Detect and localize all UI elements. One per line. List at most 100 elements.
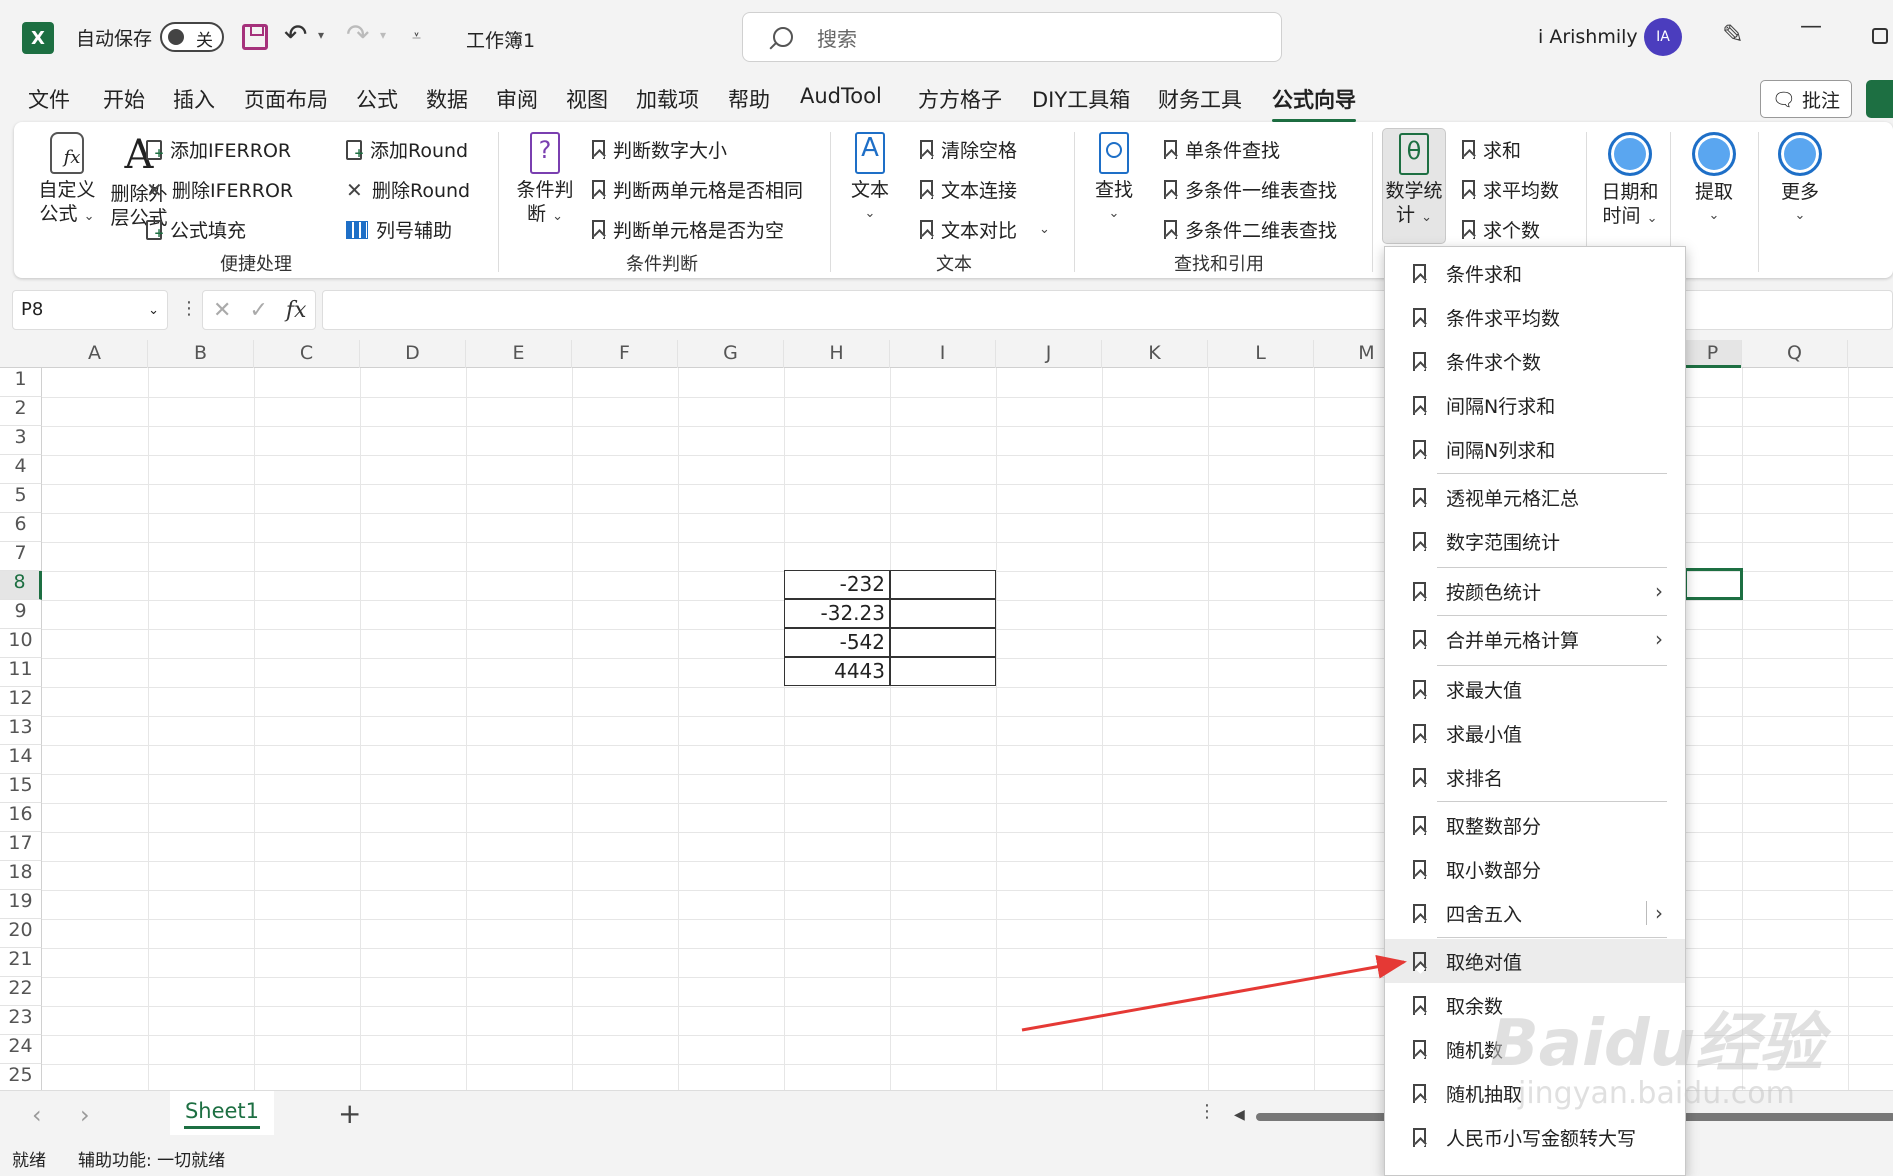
name-box[interactable]: P8 ⌄ (12, 290, 168, 330)
multi-1d-lookup-button[interactable]: 多条件一维表查找 (1164, 176, 1337, 203)
tab-diy-toolbox[interactable]: DIY工具箱 (1032, 84, 1130, 114)
tab-home[interactable]: 开始 (103, 84, 145, 114)
formula-fill-button[interactable]: 公式填充 (146, 216, 246, 243)
dropdown-item[interactable]: 条件求平均数 (1385, 295, 1685, 339)
dropdown-item[interactable]: 四舍五入 › (1385, 891, 1685, 935)
text-button[interactable]: A 文本 ⌄ (842, 132, 898, 226)
dropdown-item[interactable]: 取整数部分 (1385, 803, 1685, 847)
sum-button[interactable]: 求和 (1462, 136, 1521, 163)
column-helper-button[interactable]: 列号辅助 (346, 216, 452, 243)
dropdown-item[interactable]: 条件求和 (1385, 251, 1685, 295)
row-header[interactable]: 25 (0, 1064, 42, 1090)
column-header[interactable]: L (1208, 340, 1314, 368)
chevron-right-icon[interactable]: › (1655, 627, 1663, 651)
dropdown-item[interactable]: 求最大值 (1385, 667, 1685, 711)
column-header[interactable]: F (572, 340, 678, 368)
search-box[interactable]: 搜索 (742, 12, 1282, 62)
cell-h[interactable]: 4443 (784, 657, 890, 686)
customize-toolbar-icon[interactable]: ⩡ (412, 26, 421, 46)
sheet-tab-sheet1[interactable]: Sheet1 (170, 1091, 274, 1135)
column-header[interactable]: Q (1742, 340, 1848, 368)
column-header[interactable]: E (466, 340, 572, 368)
row-header[interactable]: 7 (0, 542, 42, 571)
dropdown-item[interactable]: 数字范围统计 (1385, 519, 1685, 563)
row-header[interactable]: 2 (0, 397, 42, 426)
column-header[interactable]: J (996, 340, 1102, 368)
column-header[interactable]: B (148, 340, 254, 368)
row-header[interactable]: 16 (0, 803, 42, 832)
column-header[interactable]: H (784, 340, 890, 368)
row-header[interactable]: 6 (0, 513, 42, 542)
row-header[interactable]: 18 (0, 861, 42, 890)
tab-insert[interactable]: 插入 (173, 84, 215, 114)
cancel-icon[interactable]: ✕ (213, 298, 231, 323)
row-header[interactable]: 5 (0, 484, 42, 513)
remove-iferror-button[interactable]: ✕ 删除IFERROR (146, 176, 293, 203)
row-header[interactable]: 22 (0, 977, 42, 1006)
cell-i[interactable] (890, 628, 996, 657)
text-join-button[interactable]: 文本连接 (920, 176, 1017, 203)
selected-cell-p8[interactable] (1684, 568, 1743, 600)
cell-h[interactable]: -542 (784, 628, 890, 657)
add-sheet-button[interactable]: + (338, 1097, 361, 1130)
judge-number-size-button[interactable]: 判断数字大小 (592, 136, 727, 163)
multi-2d-lookup-button[interactable]: 多条件二维表查找 (1164, 216, 1337, 243)
extract-button[interactable]: 提取 ⌄ (1682, 132, 1746, 228)
row-header[interactable]: 13 (0, 716, 42, 745)
redo-dropdown-icon[interactable]: ▾ (380, 28, 386, 42)
redo-icon[interactable]: ↷ (346, 18, 369, 51)
clear-spaces-button[interactable]: 清除空格 (920, 136, 1017, 163)
count-button[interactable]: 求个数 (1462, 216, 1540, 243)
undo-dropdown-icon[interactable]: ▾ (318, 28, 324, 42)
row-header[interactable]: 1 (0, 368, 42, 397)
row-header[interactable]: 8 (0, 571, 42, 600)
tab-addins[interactable]: 加载项 (636, 84, 699, 114)
math-stats-button[interactable]: θ 数学统 计 ⌄ (1382, 128, 1446, 244)
avatar[interactable]: IA (1644, 18, 1682, 56)
tab-formula-wizard[interactable]: 公式向导 (1272, 84, 1356, 122)
pen-icon[interactable]: ✎ (1722, 20, 1744, 50)
dropdown-item[interactable]: 间隔N行求和 (1385, 383, 1685, 427)
tab-data[interactable]: 数据 (426, 84, 468, 114)
row-header[interactable]: 3 (0, 426, 42, 455)
dropdown-item[interactable]: 按颜色统计 › (1385, 569, 1685, 613)
row-header[interactable]: 15 (0, 774, 42, 803)
more-options-icon[interactable]: ⋮ (1198, 1101, 1216, 1122)
datetime-button[interactable]: 日期和 时间 ⌄ (1598, 132, 1662, 231)
username[interactable]: i Arishmily (1538, 26, 1638, 48)
cell-i[interactable] (890, 599, 996, 628)
restore-icon[interactable] (1872, 28, 1888, 44)
tab-finance-tools[interactable]: 财务工具 (1158, 84, 1242, 114)
tab-help[interactable]: 帮助 (728, 84, 770, 114)
tab-review[interactable]: 审阅 (496, 84, 538, 114)
cell-i[interactable] (890, 570, 996, 599)
minimize-icon[interactable]: — (1800, 14, 1822, 39)
average-button[interactable]: 求平均数 (1462, 176, 1559, 203)
row-header[interactable]: 11 (0, 658, 42, 687)
column-header[interactable]: A (42, 340, 148, 368)
tab-file[interactable]: 文件 (28, 84, 70, 114)
autosave-toggle[interactable]: 关 (160, 22, 224, 52)
column-header[interactable]: P (1684, 340, 1742, 368)
add-iferror-button[interactable]: 添加IFERROR (146, 136, 291, 163)
dropdown-item[interactable]: 条件求个数 (1385, 339, 1685, 383)
column-header[interactable]: I (890, 340, 996, 368)
dropdown-item[interactable]: 取小数部分 (1385, 847, 1685, 891)
comments-button[interactable]: 🗨 批注 (1760, 80, 1852, 118)
more-button[interactable]: 更多 ⌄ (1768, 132, 1832, 228)
column-header[interactable]: C (254, 340, 360, 368)
row-header[interactable]: 21 (0, 948, 42, 977)
insert-function-icon[interactable]: fx (286, 298, 307, 323)
lookup-button[interactable]: 查找 ⌄ (1086, 132, 1142, 226)
chevron-right-icon[interactable]: › (1655, 579, 1663, 603)
undo-icon[interactable]: ↶ (284, 18, 307, 51)
judge-same-cells-button[interactable]: 判断两单元格是否相同 (592, 176, 803, 203)
cell-i[interactable] (890, 657, 996, 686)
row-header[interactable]: 12 (0, 687, 42, 716)
custom-formula-button[interactable]: fx 自定义 公式 ⌄ (32, 132, 102, 229)
condition-judge-button[interactable]: ? 条件判 断 ⌄ (514, 132, 576, 229)
dropdown-item[interactable]: 求排名 (1385, 755, 1685, 799)
cell-h[interactable]: -232 (784, 570, 890, 599)
judge-empty-cell-button[interactable]: 判断单元格是否为空 (592, 216, 784, 243)
save-icon[interactable] (242, 24, 268, 50)
